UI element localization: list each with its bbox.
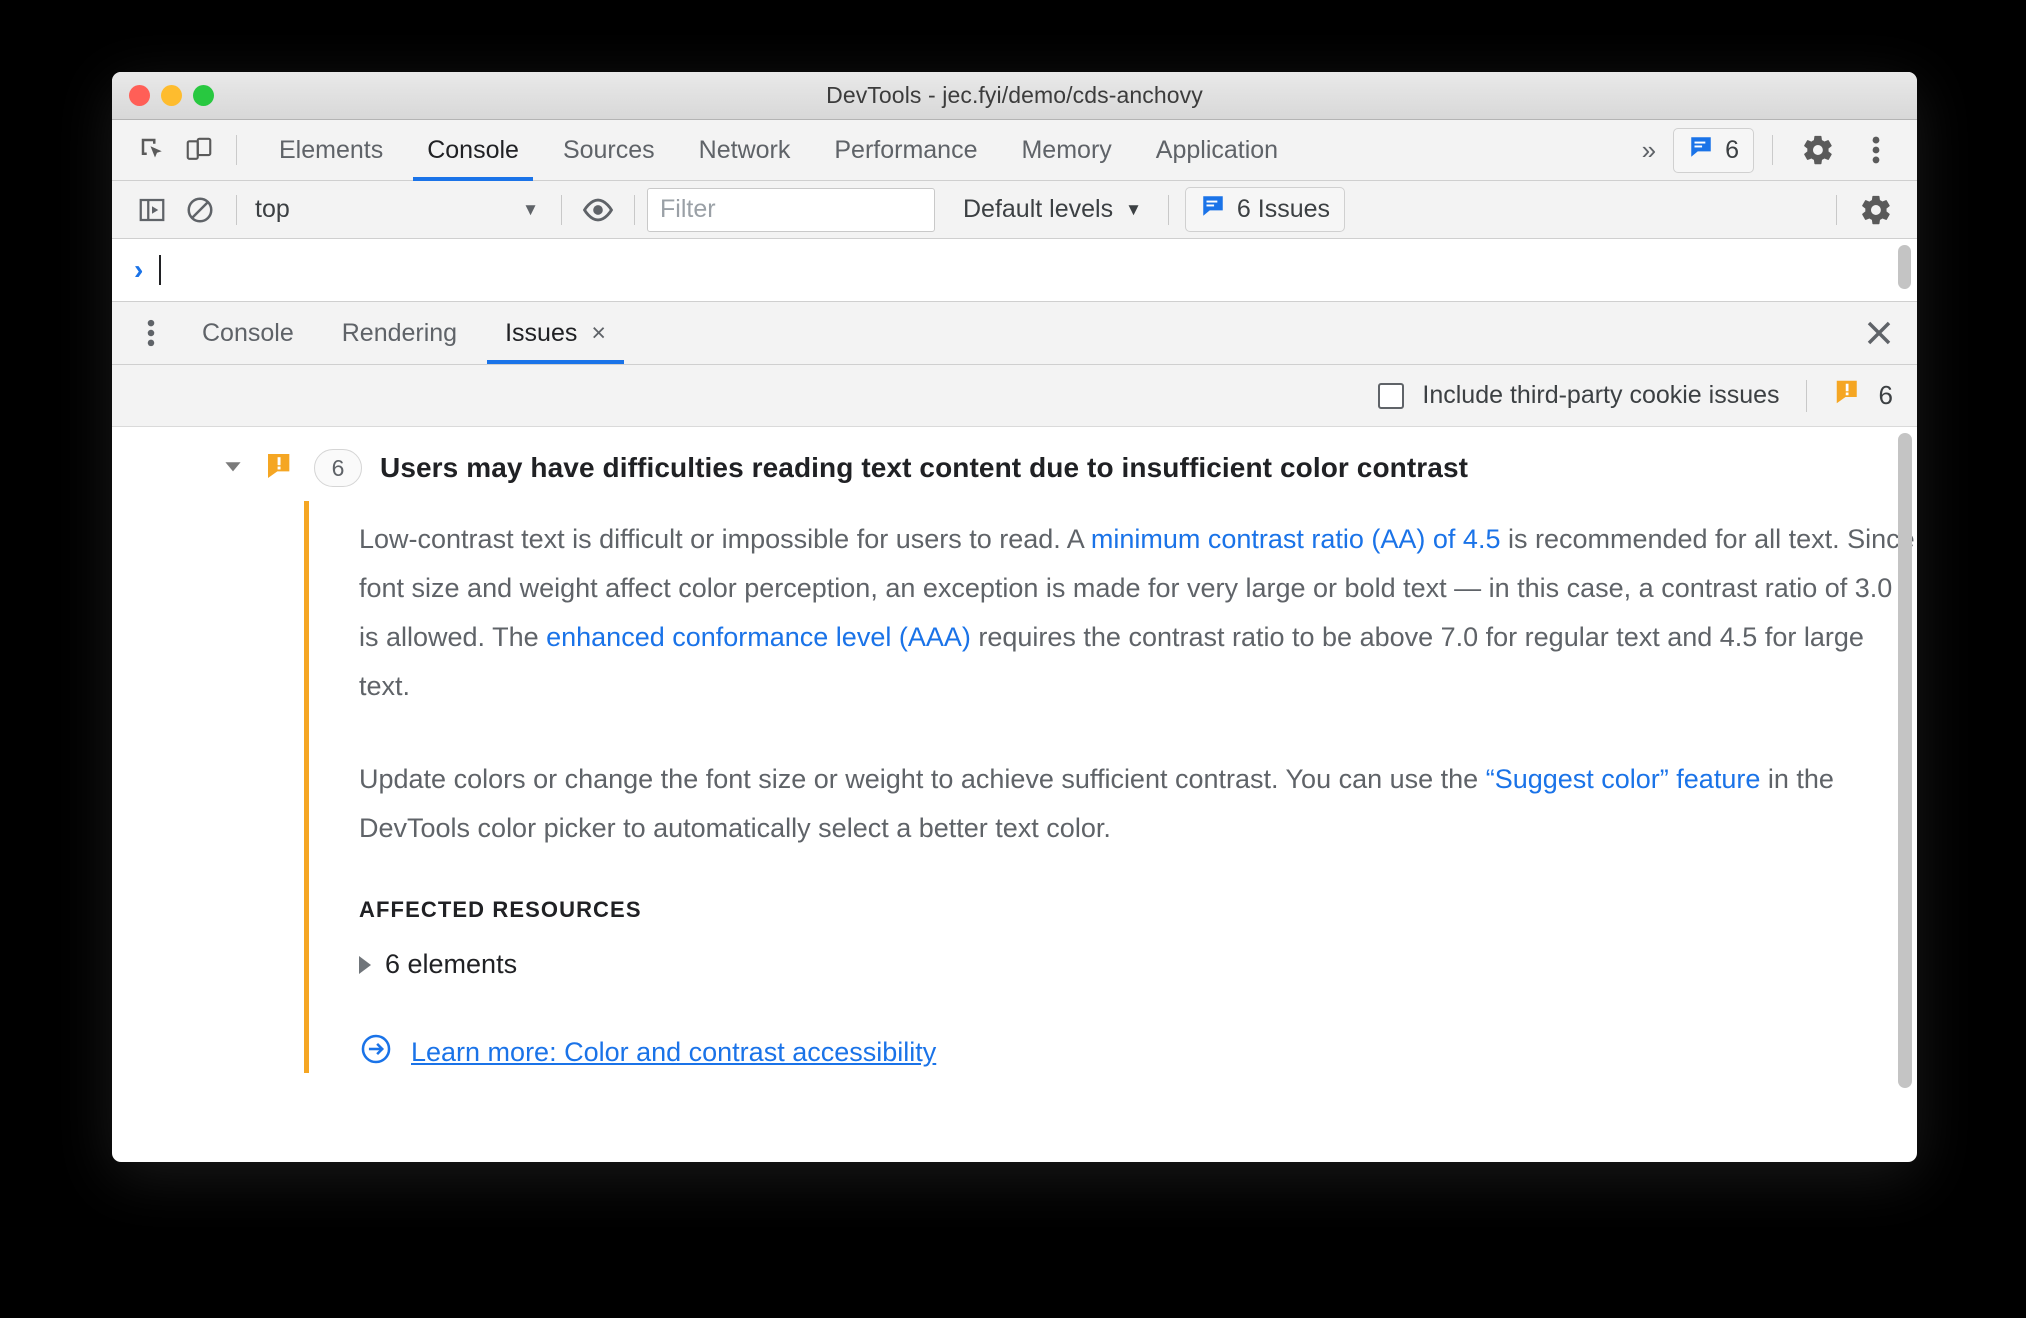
- tab-memory[interactable]: Memory: [999, 120, 1133, 181]
- text-caret: [159, 255, 162, 285]
- learn-more-link[interactable]: Learn more: Color and contrast accessibi…: [411, 1037, 936, 1068]
- devtools-window: DevTools - jec.fyi/demo/cds-anchovy Elem…: [112, 72, 1917, 1162]
- drawer-tab-rendering[interactable]: Rendering: [318, 302, 481, 364]
- issues-panel: 6 Users may have difficulties reading te…: [112, 427, 1917, 1121]
- tab-label: Performance: [834, 135, 978, 164]
- screenshot-root: DevTools - jec.fyi/demo/cds-anchovy Elem…: [0, 0, 2026, 1318]
- close-drawer-icon[interactable]: [1841, 302, 1917, 364]
- issue-details: Low-contrast text is difficult or imposs…: [304, 501, 1917, 1073]
- tab-network[interactable]: Network: [677, 120, 813, 181]
- issue-paragraph-2: Update colors or change the font size or…: [359, 755, 1917, 853]
- log-levels-value: Default levels: [963, 195, 1114, 223]
- tabbar-divider: [1772, 135, 1773, 165]
- arrow-circle-icon: [359, 1032, 393, 1073]
- minimum-contrast-ratio-link[interactable]: minimum contrast ratio (AA) of 4.5: [1091, 524, 1501, 554]
- execution-context-value: top: [255, 195, 290, 223]
- warning-count: 6: [1878, 380, 1893, 410]
- tab-label: Application: [1155, 135, 1279, 164]
- drawer-kebab-icon[interactable]: [124, 302, 178, 364]
- clear-console-icon[interactable]: [176, 188, 224, 232]
- tab-elements[interactable]: Elements: [257, 120, 405, 181]
- console-scrollbar-thumb[interactable]: [1898, 245, 1911, 289]
- expand-issue-triangle-icon[interactable]: [220, 453, 246, 484]
- drawer-tab-label: Issues: [505, 318, 578, 347]
- log-levels-select[interactable]: Default levels ▼: [949, 195, 1156, 224]
- expand-resources-triangle-icon[interactable]: [359, 955, 371, 974]
- affected-resources-count-label: 6 elements: [385, 949, 518, 979]
- issue-title: Users may have difficulties reading text…: [380, 452, 1469, 483]
- console-sidebar-icon[interactable]: [128, 188, 176, 232]
- titlebar: DevTools - jec.fyi/demo/cds-anchovy: [112, 72, 1917, 120]
- toolbar-divider: [634, 194, 635, 225]
- paragraph-text: Update colors or change the font size or…: [359, 764, 1486, 794]
- toolbar-divider: [236, 194, 237, 225]
- execution-context-select[interactable]: top ▼: [249, 189, 549, 231]
- tab-performance[interactable]: Performance: [812, 120, 999, 181]
- drawer-tab-label: Console: [202, 318, 294, 347]
- prompt-arrow-icon: ›: [134, 254, 144, 285]
- window-title: DevTools - jec.fyi/demo/cds-anchovy: [826, 82, 1203, 108]
- toolbar-divider: [1805, 379, 1807, 412]
- issues-warning-summary: 6: [1833, 377, 1893, 414]
- issue-paragraph-1: Low-contrast text is difficult or imposs…: [359, 515, 1917, 711]
- checkbox-label: Include third-party cookie issues: [1422, 381, 1780, 409]
- tab-label: Console: [427, 135, 519, 164]
- inspect-element-icon[interactable]: [130, 127, 176, 173]
- drawer-tab-console[interactable]: Console: [178, 302, 318, 364]
- drawer-tab-issues[interactable]: Issues ×: [481, 302, 630, 364]
- tab-application[interactable]: Application: [1134, 120, 1300, 181]
- device-toolbar-icon[interactable]: [176, 127, 222, 173]
- learn-more-row[interactable]: Learn more: Color and contrast accessibi…: [359, 1032, 1917, 1073]
- filter-input[interactable]: Filter: [647, 187, 935, 232]
- chevron-down-icon: ▼: [522, 199, 539, 219]
- toolbar-divider: [236, 135, 237, 165]
- live-expression-icon[interactable]: [574, 188, 622, 232]
- toolbar-divider: [1836, 194, 1837, 225]
- tab-label: Memory: [1021, 135, 1112, 164]
- console-toolbar-right: [1824, 185, 1903, 235]
- console-settings-gear-icon[interactable]: [1849, 185, 1903, 235]
- warning-badge-icon: [1833, 377, 1863, 414]
- enhanced-conformance-level-link[interactable]: enhanced conformance level (AAA): [546, 622, 971, 652]
- checkbox-box[interactable]: [1378, 382, 1405, 409]
- issues-scrollbar-thumb[interactable]: [1898, 433, 1912, 1088]
- main-tabbar: Elements Console Sources Network Perform…: [112, 120, 1917, 181]
- more-tabs-icon[interactable]: »: [1626, 135, 1669, 166]
- issues-button-label: 6 Issues: [1236, 195, 1331, 223]
- issues-button[interactable]: 6 Issues: [1184, 187, 1346, 232]
- issues-chip-count: 6: [1725, 135, 1739, 164]
- include-third-party-cookie-issues-checkbox[interactable]: Include third-party cookie issues: [1378, 381, 1780, 410]
- toolbar-divider: [561, 194, 562, 225]
- close-tab-icon[interactable]: ×: [591, 319, 606, 348]
- tabbar-right-actions: » 6: [1626, 125, 1903, 175]
- tab-label: Elements: [279, 135, 384, 164]
- issue-count-pill: 6: [314, 449, 362, 487]
- console-toolbar: top ▼ Filter Default levels ▼ 6 Issues: [112, 181, 1917, 239]
- affected-resources-row[interactable]: 6 elements: [359, 949, 1917, 980]
- gear-icon[interactable]: [1791, 125, 1845, 175]
- toolbar-divider: [1167, 194, 1169, 225]
- affected-resources-heading: AFFECTED RESOURCES: [359, 897, 642, 922]
- tab-label: Network: [698, 135, 791, 164]
- issues-toolbar: Include third-party cookie issues 6: [112, 365, 1917, 427]
- chevron-down-icon: ▼: [1125, 199, 1142, 219]
- issues-counter-chip[interactable]: 6: [1673, 127, 1754, 173]
- kebab-icon[interactable]: [1849, 125, 1903, 175]
- console-prompt-row[interactable]: ›: [112, 239, 1917, 302]
- issue-severity-warning-icon: [264, 450, 296, 487]
- tab-console[interactable]: Console: [405, 120, 541, 181]
- tab-sources[interactable]: Sources: [541, 120, 677, 181]
- drawer-tab-label: Rendering: [341, 318, 458, 347]
- issue-header-row[interactable]: 6 Users may have difficulties reading te…: [112, 427, 1917, 501]
- tab-label: Sources: [562, 135, 655, 164]
- drawer-tabbar: Console Rendering Issues ×: [112, 302, 1917, 365]
- paragraph-text: Low-contrast text is difficult or imposs…: [359, 524, 1091, 554]
- panel-tabs: Elements Console Sources Network Perform…: [257, 120, 1300, 181]
- issue-bubble-icon: [1688, 134, 1714, 167]
- issue-bubble-icon: [1200, 193, 1226, 226]
- suggest-color-feature-link[interactable]: “Suggest color” feature: [1486, 764, 1761, 794]
